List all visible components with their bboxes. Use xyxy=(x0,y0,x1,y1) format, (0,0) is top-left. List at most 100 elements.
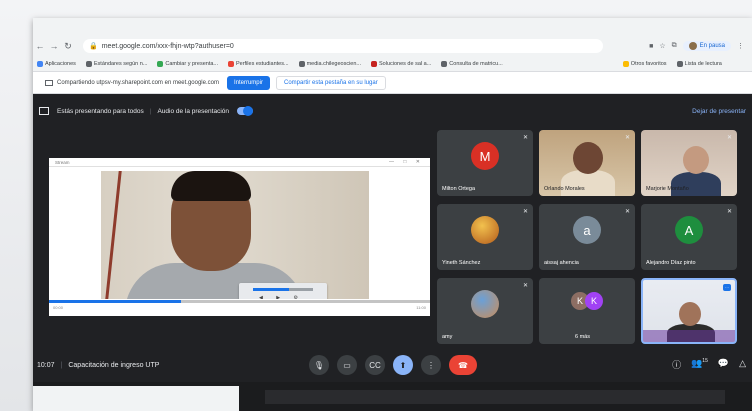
avatar: a xyxy=(573,216,601,245)
self-video xyxy=(679,302,701,326)
camera-icon: ▭ xyxy=(343,360,351,370)
more-options-button[interactable]: ⋮ xyxy=(421,355,441,375)
more-participants-label: 6 más xyxy=(575,334,590,340)
video-control-buttons[interactable]: ◀ ▶ ⚙ xyxy=(259,295,304,299)
presenting-label: Estás presentando para todos xyxy=(57,107,144,115)
participant-name: Milton Ortega xyxy=(442,186,476,192)
participant-tile[interactable]: ✕ Yineth Sánchez xyxy=(437,204,533,270)
meeting-side-icons: ⓘ 👥15 💬 △ xyxy=(672,358,746,371)
share-this-tab-button[interactable]: Compartir esta pestaña en su lugar xyxy=(275,75,386,90)
phone-hangup-icon: ☎ xyxy=(458,360,468,370)
participant-tile[interactable]: a ✕ aissaj ahencia xyxy=(539,204,635,270)
window-controls: — □ ✕ xyxy=(389,159,424,165)
page-background: ← → ↻ 🔒 meet.google.com/xxx-fhjn-wtp?aut… xyxy=(0,0,752,411)
participant-name: aissaj ahencia xyxy=(544,260,579,266)
reload-icon[interactable]: ↻ xyxy=(61,41,75,52)
mic-off-icon: ✕ xyxy=(522,135,528,141)
sharing-text: Compartiendo utpsv-my.sharepoint.com en … xyxy=(57,79,219,86)
avatar: M xyxy=(471,142,499,171)
time-end: 11:00 xyxy=(416,305,426,310)
lock-icon: 🔒 xyxy=(89,43,98,50)
avatar xyxy=(471,216,499,245)
info-icon[interactable]: ⓘ xyxy=(672,358,681,371)
bookmark-item[interactable]: Otros favoritos xyxy=(622,60,667,67)
stop-sharing-button[interactable]: Interrumpir xyxy=(226,75,270,90)
address-bar[interactable]: 🔒 meet.google.com/xxx-fhjn-wtp?authuser=… xyxy=(83,39,603,53)
avatar: K xyxy=(585,292,603,310)
end-call-button[interactable]: ☎ xyxy=(449,355,477,375)
avatar xyxy=(471,290,499,319)
video-volume-bar[interactable] xyxy=(253,288,313,291)
divider: | xyxy=(149,107,152,115)
url-text: meet.google.com/xxx-fhjn-wtp?authuser=0 xyxy=(101,42,234,50)
present-button[interactable]: ⬆ xyxy=(393,355,413,375)
present-icon xyxy=(39,107,49,115)
self-view-options-button[interactable]: ··· xyxy=(723,284,731,291)
presented-window-title: Stream xyxy=(49,158,430,167)
meeting-title: Capacitación de ingreso UTP xyxy=(68,361,160,369)
bookmarks-bar: Aplicaciones Estándares según n... Cambi… xyxy=(33,56,752,72)
profile-label: En pausa xyxy=(699,43,725,49)
presented-window: Stream — □ ✕ ◀ ▶ ⚙ 00:00 11:00 xyxy=(49,158,430,316)
browser-chrome: ← → ↻ 🔒 meet.google.com/xxx-fhjn-wtp?aut… xyxy=(33,18,752,72)
captions-button[interactable]: CC xyxy=(365,355,385,375)
meeting-bottom-bar: 10:07 | Capacitación de ingreso UTP 🎙 ▭ … xyxy=(33,348,752,382)
people-icon[interactable]: 👥15 xyxy=(691,358,708,371)
seek-bar[interactable] xyxy=(49,300,430,303)
browser-toolbar-icons: ■ ☆ ⧉ En pausa ⋮ xyxy=(649,41,752,51)
activities-icon[interactable]: △ xyxy=(739,358,746,371)
bookmark-star-icon[interactable]: ☆ xyxy=(659,42,665,50)
bookmark-item[interactable]: Estándares según n... xyxy=(85,60,147,67)
chat-icon[interactable]: 💬 xyxy=(718,358,729,371)
participant-name: Alejandro Díaz pinto xyxy=(646,260,696,266)
bookmark-item[interactable]: media.chilegeoscien... xyxy=(298,60,361,67)
mic-off-icon: ✕ xyxy=(726,209,732,215)
bookmark-item[interactable]: Aplicaciones xyxy=(37,60,76,67)
clock: 10:07 xyxy=(37,361,55,369)
presentation-audio-toggle[interactable] xyxy=(237,106,253,116)
avatar: A xyxy=(675,216,703,245)
mic-off-icon: ✕ xyxy=(624,135,630,141)
mic-button[interactable]: 🎙 xyxy=(309,355,329,375)
participant-tile[interactable]: ✕ amy xyxy=(437,278,533,344)
camera-in-use-icon[interactable]: ■ xyxy=(649,43,653,50)
participant-name: Orlando Morales xyxy=(544,186,585,192)
mic-off-icon: ✕ xyxy=(624,209,630,215)
bookmark-item[interactable]: Perfiles estudiantes... xyxy=(227,60,289,67)
captions-icon: CC xyxy=(369,360,381,370)
participant-tile[interactable]: A ✕ Alejandro Díaz pinto xyxy=(641,204,737,270)
divider: | xyxy=(60,361,63,369)
mic-icon: 🎙 xyxy=(313,360,325,370)
profile-button[interactable]: En pausa xyxy=(682,41,731,51)
camera-button[interactable]: ▭ xyxy=(337,355,357,375)
mic-off-icon: ✕ xyxy=(522,283,528,289)
audio-label: Audio de la presentación xyxy=(157,107,229,115)
stop-presenting-button[interactable]: Dejar de presentar xyxy=(692,108,752,115)
forward-icon[interactable]: → xyxy=(47,41,61,51)
participant-tile[interactable]: M ✕ Milton Ortega xyxy=(437,130,533,196)
video-controls[interactable]: ◀ ▶ ⚙ xyxy=(239,283,327,299)
menu-icon[interactable]: ⋮ xyxy=(737,42,744,50)
participant-name: amy xyxy=(442,334,453,340)
bookmark-item[interactable]: Consulta de matricu... xyxy=(441,60,503,67)
people-count: 15 xyxy=(702,358,708,364)
more-participants-tile[interactable]: K K 6 más xyxy=(539,278,635,344)
bookmark-item[interactable]: Cambiar y presenta... xyxy=(157,60,218,67)
avatar xyxy=(688,42,697,50)
back-icon[interactable]: ← xyxy=(33,41,47,51)
present-icon: ⬆ xyxy=(399,360,407,370)
tab-sharing-bar: Compartiendo utpsv-my.sharepoint.com en … xyxy=(33,72,752,94)
participant-tile[interactable]: ✕ Orlando Morales xyxy=(539,130,635,196)
participant-tile[interactable]: ✕ Marjorie Montaño xyxy=(641,130,737,196)
taskbar-area xyxy=(33,382,752,411)
browser-window: ← → ↻ 🔒 meet.google.com/xxx-fhjn-wtp?aut… xyxy=(33,18,752,411)
bookmark-item[interactable]: Lista de lectura xyxy=(676,60,722,67)
mic-off-icon: ✕ xyxy=(726,135,732,141)
bookmark-item[interactable]: Soluciones de sal a... xyxy=(371,60,431,67)
self-view-tile[interactable]: ··· xyxy=(641,278,737,344)
screen-share-icon xyxy=(45,79,53,86)
video-player[interactable]: ◀ ▶ ⚙ xyxy=(101,171,369,299)
extensions-icon[interactable]: ⧉ xyxy=(672,42,677,50)
participant-name: Yineth Sánchez xyxy=(442,260,481,266)
presenting-bar: Estás presentando para todos | Audio de … xyxy=(33,98,752,124)
